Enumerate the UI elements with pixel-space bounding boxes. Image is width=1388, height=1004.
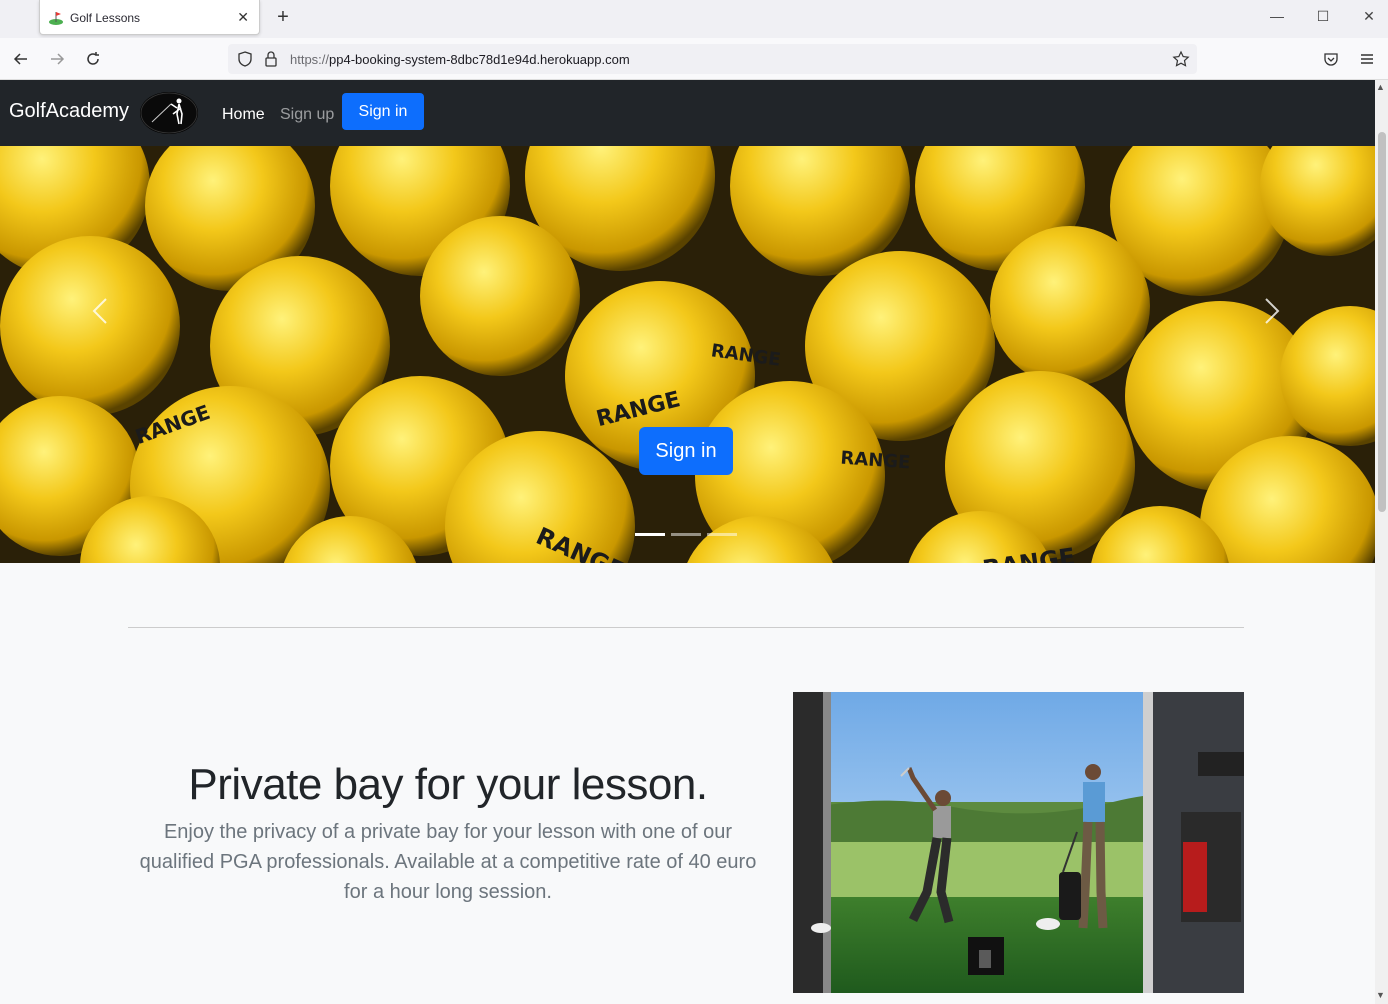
browser-tab[interactable]: Golf Lessons ✕ [39, 0, 260, 35]
tab-close-icon[interactable]: ✕ [237, 9, 249, 26]
feature-heading: Private bay for your lesson. [188, 760, 708, 809]
carousel-indicators [635, 533, 737, 536]
browser-toolbar: https://pp4-booking-system-8dbc78d1e94d.… [0, 38, 1388, 80]
nav-signup-link[interactable]: Sign up [280, 106, 334, 124]
minimize-icon[interactable]: — [1267, 8, 1287, 24]
golf-balls-image: RANGERANGERANGERANGERANGERANGE [0, 146, 1375, 563]
new-tab-icon[interactable]: + [272, 6, 294, 28]
back-icon[interactable] [9, 48, 33, 70]
pocket-icon[interactable] [1322, 50, 1340, 68]
tab-title: Golf Lessons [70, 11, 141, 25]
scroll-up-icon[interactable]: ▲ [1376, 82, 1385, 92]
carousel-next-icon[interactable] [1252, 291, 1292, 331]
lock-icon[interactable] [263, 50, 279, 68]
feature-lead-text: Enjoy the privacy of a private bay for y… [139, 821, 757, 903]
shield-icon[interactable] [236, 50, 254, 68]
url-bar[interactable]: https://pp4-booking-system-8dbc78d1e94d.… [228, 44, 1197, 74]
hero-carousel: RANGERANGERANGERANGERANGERANGE Sign in [0, 146, 1375, 563]
forward-icon[interactable] [45, 48, 69, 70]
page-viewport: GolfAcademy Home Sign up Sign in RANGE R… [0, 80, 1375, 1004]
carousel-indicator-1[interactable] [635, 533, 665, 536]
url-text[interactable]: https://pp4-booking-system-8dbc78d1e94d.… [290, 52, 630, 67]
close-window-icon[interactable]: ✕ [1359, 8, 1379, 25]
site-navbar: GolfAcademy Home Sign up Sign in [0, 80, 1375, 146]
nav-home-link[interactable]: Home [222, 106, 265, 124]
golf-lesson-image [793, 692, 1244, 993]
page-scrollbar[interactable]: ▲ ▼ [1375, 80, 1388, 1004]
reload-icon[interactable] [81, 48, 105, 70]
carousel-indicator-2[interactable] [671, 533, 701, 536]
browser-tabstrip: Golf Lessons ✕ + — ☐ ✕ [0, 0, 1388, 38]
scroll-down-icon[interactable]: ▼ [1376, 990, 1385, 1000]
carousel-prev-icon[interactable] [80, 291, 120, 331]
section-divider [128, 627, 1244, 628]
golfer-logo-icon [140, 92, 198, 134]
bookmark-star-icon[interactable] [1172, 50, 1190, 68]
brand-name[interactable]: GolfAcademy [9, 100, 129, 123]
carousel-signin-button[interactable]: Sign in [639, 427, 733, 475]
hamburger-menu-icon[interactable] [1358, 50, 1376, 68]
carousel-indicator-3[interactable] [707, 533, 737, 536]
scroll-thumb[interactable] [1378, 132, 1386, 512]
nav-signin-button[interactable]: Sign in [342, 93, 424, 130]
maximize-icon[interactable]: ☐ [1313, 8, 1333, 25]
golf-favicon-icon [49, 12, 63, 25]
